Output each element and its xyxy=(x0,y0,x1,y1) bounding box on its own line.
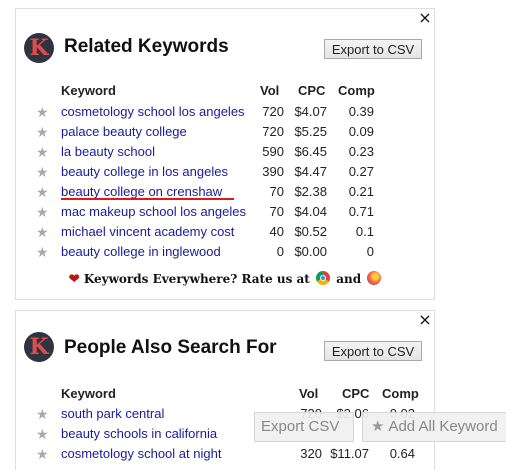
competition-value: 0.23 xyxy=(348,144,374,159)
cpc-value: $4.47 xyxy=(294,164,327,179)
volume-value: 720 xyxy=(262,104,284,119)
star-icon[interactable]: ★ xyxy=(36,426,49,443)
cpc-value: $4.07 xyxy=(294,104,327,119)
keyword-link[interactable]: beauty college in los angeles xyxy=(61,164,228,179)
rate-us-banner: ❤ Keywords Everywhere? Rate us at and xyxy=(16,271,436,287)
column-header-keyword: Keyword xyxy=(61,386,116,401)
competition-value: 0.1 xyxy=(355,224,374,239)
close-icon[interactable]: × xyxy=(418,312,432,328)
competition-value: 0.27 xyxy=(348,164,374,179)
column-header-vol: Vol xyxy=(299,386,319,401)
keyword-row: ★ beauty college on crenshaw 70 $2.38 0.21 xyxy=(16,183,436,203)
star-icon: ★ xyxy=(371,418,385,435)
keywords-everywhere-logo: K xyxy=(24,33,54,63)
column-header-comp: Comp xyxy=(338,83,375,98)
star-icon[interactable]: ★ xyxy=(36,204,49,221)
keyword-link[interactable]: la beauty school xyxy=(61,144,155,159)
keyword-row: ★ beauty college in los angeles 390 $4.47 0.… xyxy=(16,163,436,183)
keyword-link[interactable]: michael vincent academy cost xyxy=(61,224,234,239)
volume-value: 390 xyxy=(262,164,284,179)
volume-value: 70 xyxy=(269,204,284,219)
cpc-value: $0.00 xyxy=(294,244,327,259)
keyword-row: ★ cosmetology school los angeles 720 $4.07 0… xyxy=(16,103,436,123)
floating-export-csv-button[interactable]: Export CSV xyxy=(254,412,354,442)
star-icon[interactable]: ★ xyxy=(36,164,49,181)
keyword-row: ★ michael vincent academy cost 40 $0.52 0.1 xyxy=(16,223,436,243)
column-header-comp: Comp xyxy=(382,386,419,401)
competition-value: 0.39 xyxy=(348,104,374,119)
close-icon[interactable]: × xyxy=(418,10,432,26)
cpc-value: $5.25 xyxy=(294,124,327,139)
volume-value: 0 xyxy=(276,244,284,259)
panel-title: Related Keywords xyxy=(64,36,229,57)
keyword-link[interactable]: cosmetology school at night xyxy=(61,446,221,461)
keyword-link[interactable]: beauty college on crenshaw xyxy=(61,184,222,199)
firefox-icon[interactable] xyxy=(367,271,382,285)
volume-value: 40 xyxy=(269,224,284,239)
rate-us-and: and xyxy=(336,272,362,286)
related-keywords-panel: × K Related Keywords Export to CSV Keywo… xyxy=(15,8,435,300)
column-header-vol: Vol xyxy=(260,83,280,98)
star-icon[interactable]: ★ xyxy=(36,446,49,463)
column-header-keyword: Keyword xyxy=(61,83,116,98)
competition-value: 0.64 xyxy=(389,446,415,461)
panel-title: People Also Search For xyxy=(64,337,277,358)
keyword-link[interactable]: beauty college in inglewood xyxy=(61,244,221,259)
volume-value: 320 xyxy=(300,446,322,461)
red-underline-annotation xyxy=(61,198,234,200)
export-csv-button[interactable]: Export to CSV xyxy=(324,341,422,361)
heart-icon: ❤ xyxy=(68,272,80,287)
volume-value: 70 xyxy=(269,184,284,199)
star-icon[interactable]: ★ xyxy=(36,144,49,161)
volume-value: 720 xyxy=(262,124,284,139)
competition-value: 0.09 xyxy=(348,124,374,139)
column-header-cpc: CPC xyxy=(298,83,326,98)
column-header-cpc: CPC xyxy=(342,386,370,401)
star-icon[interactable]: ★ xyxy=(36,184,49,201)
volume-value: 590 xyxy=(262,144,284,159)
star-icon[interactable]: ★ xyxy=(36,104,49,121)
cpc-value: $2.38 xyxy=(294,184,327,199)
keywords-everywhere-logo: K xyxy=(24,332,54,362)
add-all-label: Add All Keyword xyxy=(388,418,498,435)
competition-value: 0.71 xyxy=(348,204,374,219)
keyword-row: ★ palace beauty college 720 $5.25 0.09 xyxy=(16,123,436,143)
keyword-row: ★ cosmetology school at night 320 $11.07 0.6… xyxy=(16,445,436,465)
keyword-link[interactable]: palace beauty college xyxy=(61,124,187,139)
cpc-value: $4.04 xyxy=(294,204,327,219)
keyword-row: ★ mac makeup school los angeles 70 $4.04 0.7… xyxy=(16,203,436,223)
keyword-row: ★ la beauty school 590 $6.45 0.23 xyxy=(16,143,436,163)
cpc-value: $6.45 xyxy=(294,144,327,159)
star-icon[interactable]: ★ xyxy=(36,406,49,423)
keyword-link[interactable]: mac makeup school los angeles xyxy=(61,204,246,219)
rate-us-text: Keywords Everywhere? Rate us at xyxy=(83,272,310,286)
keyword-row: ★ beauty college in inglewood 0 $0.00 0 xyxy=(16,243,436,263)
add-all-keywords-button[interactable]: ★ Add All Keyword xyxy=(362,412,506,442)
people-also-search-panel: × K People Also Search For Export to CSV… xyxy=(15,310,435,470)
star-icon[interactable]: ★ xyxy=(36,124,49,141)
star-icon[interactable]: ★ xyxy=(36,224,49,241)
keyword-link[interactable]: south park central xyxy=(61,406,164,421)
export-csv-button[interactable]: Export to CSV xyxy=(324,39,422,59)
competition-value: 0 xyxy=(366,244,374,259)
cpc-value: $11.07 xyxy=(330,446,369,461)
chrome-icon[interactable] xyxy=(316,271,331,285)
star-icon[interactable]: ★ xyxy=(36,244,49,261)
keyword-link[interactable]: cosmetology school los angeles xyxy=(61,104,245,119)
keyword-link[interactable]: beauty schools in california xyxy=(61,426,217,441)
competition-value: 0.21 xyxy=(348,184,374,199)
cpc-value: $0.52 xyxy=(294,224,327,239)
